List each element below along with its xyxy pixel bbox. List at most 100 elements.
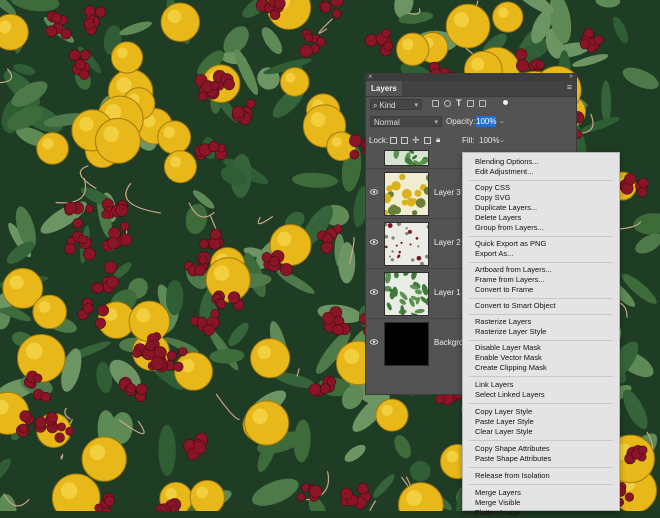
menu-item-copy-css[interactable]: Copy CSS [463,183,619,193]
menu-item-artboard-from-layers[interactable]: Artboard from Layers... [463,265,619,275]
lemon-highlight-shape [163,127,175,139]
berry-shape [297,493,305,501]
menu-item-quick-export-png[interactable]: Quick Export as PNG [463,239,619,249]
lemon-highlight-shape [257,345,271,359]
menu-item-merge-layers[interactable]: Merge Layers [463,488,619,498]
berry-shape [116,204,128,216]
lock-image-icon[interactable] [401,137,408,144]
menu-item-copy-layer-style[interactable]: Copy Layer Style [463,407,619,417]
menu-item-enable-vector-mask[interactable]: Enable Vector Mask [463,353,619,363]
menu-item-paste-shape-attributes[interactable]: Paste Shape Attributes [463,454,619,464]
tab-layers[interactable]: Layers [366,81,402,96]
lock-artboard-icon[interactable] [424,137,431,144]
berry-shape [106,276,118,288]
berry-shape [78,235,87,244]
berry-shape [34,374,42,382]
lemon-thumbnail-image [385,173,429,216]
lemon-shape [251,339,290,378]
menu-item-clear-layer-style[interactable]: Clear Layer Style [463,427,619,437]
lemon-highlight-shape [454,12,469,27]
menu-item-rasterize-layers[interactable]: Rasterize Layers [463,317,619,327]
menu-item-copy-svg[interactable]: Copy SVG [463,193,619,203]
berry-shape [350,150,359,159]
lemon-shape [206,258,250,302]
opacity-chevron-icon[interactable]: ⌄ [499,116,505,127]
kind-filter-value: Kind [379,101,395,110]
lemon-shape [280,68,309,97]
menu-item-select-linked-layers[interactable]: Select Linked Layers [463,390,619,400]
berry-shape [193,441,206,454]
lemon-highlight-shape [252,409,267,424]
menu-item-release-from-isolation[interactable]: Release from Isolation [463,471,619,481]
menu-item-duplicate-layers[interactable]: Duplicate Layers... [463,203,619,213]
menu-item-create-clipping-mask[interactable]: Create Clipping Mask [463,363,619,373]
leaf-thumbnail-image [385,151,429,166]
eye-icon[interactable] [370,188,378,196]
lemon-shape [158,121,191,154]
opacity-input[interactable]: 100% [476,116,496,127]
lemon-shape [493,2,523,32]
eye-icon[interactable] [370,238,378,246]
filter-toggle-icon[interactable] [503,100,508,105]
menu-item-frame-from-layers[interactable]: Frame from Layers... [463,275,619,285]
panel-menu-icon[interactable]: ≡ [567,82,572,92]
menu-divider [469,376,613,377]
menu-divider [469,236,613,237]
thumbnail-berry-shape [391,250,393,252]
eye-icon[interactable] [370,338,378,346]
lock-position-icon[interactable]: ✛ [412,135,420,146]
thumbnail-berry-shape [408,230,412,234]
berry-shape [300,45,313,58]
menu-item-copy-shape-attributes[interactable]: Copy Shape Attributes [463,444,619,454]
menu-item-edit-adjustment[interactable]: Edit Adjustment... [463,167,619,177]
thumbnail-berry-shape [391,236,394,239]
image-filter-icon[interactable] [432,100,439,107]
menu-item-group-from-layers[interactable]: Group from Layers... [463,223,619,233]
type-filter-icon[interactable]: T [456,98,462,108]
eye-icon[interactable] [370,288,378,296]
layer-name[interactable]: Layer 2 [434,238,461,248]
layer-name[interactable]: Layer 3 [434,188,461,198]
blend-mode-select[interactable]: Normal ▾ [370,116,442,127]
berry-shape [274,0,285,9]
lemon-highlight-shape [471,58,484,71]
menu-item-convert-smart-object[interactable]: Convert to Smart Object [463,301,619,311]
menu-item-delete-layers[interactable]: Delete Layers [463,213,619,223]
smartobject-filter-icon[interactable] [479,100,486,107]
berry-shape [624,173,636,185]
berry-shape [51,13,61,23]
menu-item-blending-options[interactable]: Blending Options... [463,157,619,167]
menu-item-rasterize-layer-style[interactable]: Rasterize Layer Style [463,327,619,337]
berry-shape [98,305,109,316]
shape-filter-icon[interactable] [467,100,474,107]
berry-shape [102,210,110,218]
panel-title-bar[interactable]: × » [366,74,576,81]
berry-shape [65,202,77,214]
berry-shape [384,42,393,51]
fill-chevron-icon[interactable]: ⌄ [499,135,505,146]
lemon-highlight-shape [498,7,509,18]
lemon-highlight-shape [332,137,342,147]
berry-shape [151,357,164,370]
menu-item-flatten-image[interactable]: Flatten Image [463,508,619,518]
thumbnail-lemon-shape [403,189,411,197]
menu-item-convert-to-frame[interactable]: Convert to Frame [463,285,619,295]
menu-item-disable-layer-mask[interactable]: Disable Layer Mask [463,343,619,353]
adjustment-filter-icon[interactable] [444,100,451,107]
menu-item-paste-layer-style[interactable]: Paste Layer Style [463,417,619,427]
menu-divider [469,467,613,468]
kind-filter-select[interactable]: ⌕Kind ▾ [370,99,422,110]
layer-name[interactable]: Layer 1 [434,288,461,298]
filter-row: ⌕Kind ▾ T [366,97,576,112]
lemon-highlight-shape [103,126,119,142]
lock-pixels-icon[interactable] [390,137,397,144]
fill-input[interactable]: 100% [479,136,499,146]
menu-item-merge-visible[interactable]: Merge Visible [463,498,619,508]
berry-shape [320,384,330,394]
lock-all-icon[interactable]: 🔒︎ [436,135,440,145]
menu-item-export-as[interactable]: Export As... [463,249,619,259]
menu-item-link-layers[interactable]: Link Layers [463,380,619,390]
berry-shape [382,29,390,37]
berry-shape [75,59,85,69]
lemon-shape [111,42,142,73]
